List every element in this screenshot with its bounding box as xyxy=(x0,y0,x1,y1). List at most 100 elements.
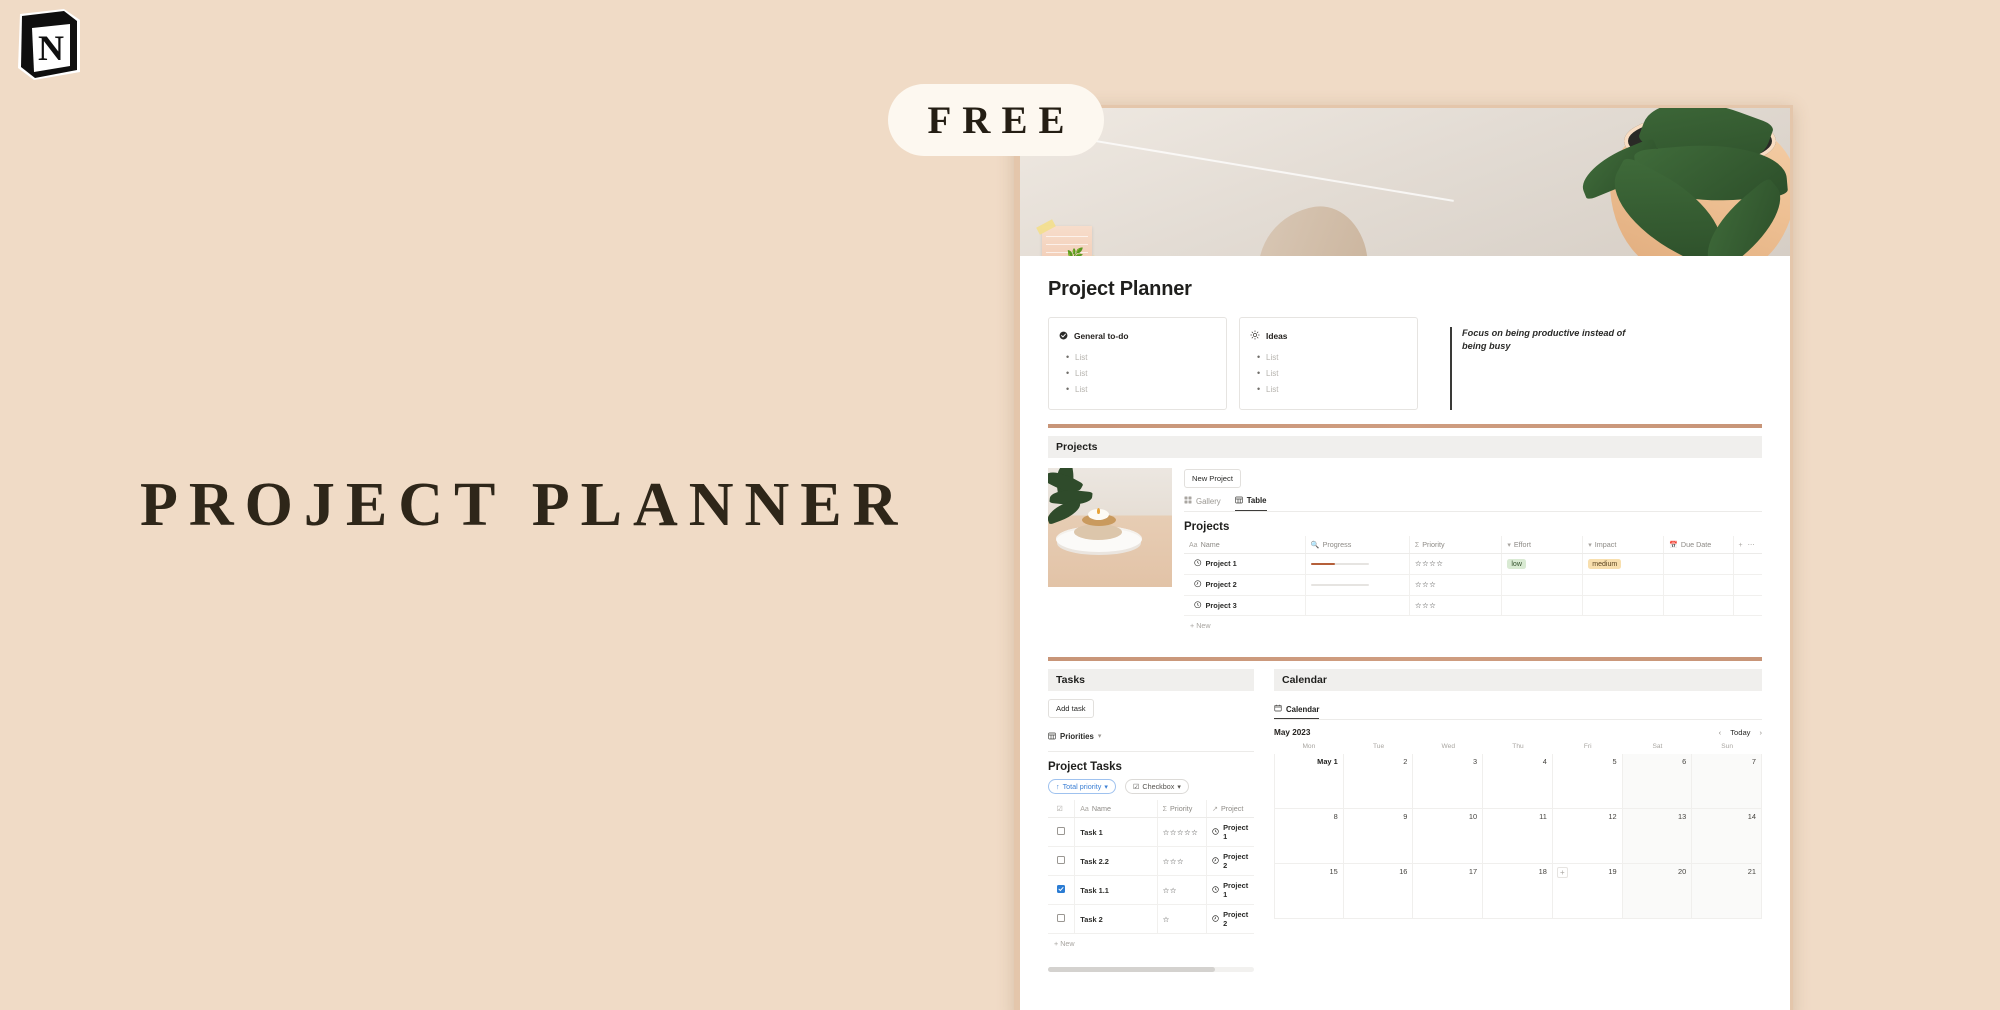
cell-name[interactable]: Task 1.1 xyxy=(1074,875,1158,906)
chevron-right-icon[interactable]: › xyxy=(1759,728,1762,737)
calendar-day-cell[interactable]: 6 xyxy=(1622,754,1693,810)
cell-project[interactable]: Project 1 xyxy=(1206,817,1254,848)
cell-name[interactable]: Task 2.2 xyxy=(1074,846,1158,877)
column-header-progress[interactable]: 🔍 Progress xyxy=(1305,535,1410,554)
cell-name[interactable]: Project 3 xyxy=(1184,595,1306,617)
calendar-day-cell[interactable]: 17 xyxy=(1413,864,1484,920)
ellipsis-icon[interactable]: ⋯ xyxy=(1748,542,1755,549)
column-header-due-date[interactable]: 📅 Due Date xyxy=(1663,535,1734,554)
cell-effort[interactable]: low xyxy=(1501,553,1584,576)
calendar-day-cell[interactable]: 14 xyxy=(1692,809,1762,865)
cell-priority[interactable]: ☆☆ xyxy=(1157,875,1208,906)
cell-due-date[interactable] xyxy=(1663,574,1734,596)
add-task-button[interactable]: Add task xyxy=(1048,699,1094,719)
new-project-button[interactable]: New Project xyxy=(1184,468,1241,488)
scrollbar-thumb[interactable] xyxy=(1048,967,1215,973)
cell-due-date[interactable] xyxy=(1663,595,1734,617)
chevron-down-icon[interactable]: ▾ xyxy=(1098,732,1102,740)
column-header-actions[interactable]: + ⋯ xyxy=(1733,535,1762,554)
cell-name[interactable]: Task 1 xyxy=(1074,817,1158,848)
cell-priority[interactable]: ☆☆☆ xyxy=(1409,595,1503,617)
tab-calendar[interactable]: Calendar xyxy=(1274,704,1320,720)
cell-impact[interactable]: medium xyxy=(1582,553,1665,576)
calendar-day-cell[interactable]: 20 xyxy=(1622,864,1693,920)
cell-priority[interactable]: ☆☆☆☆ xyxy=(1409,553,1503,576)
column-header-checkbox[interactable]: ☑ xyxy=(1048,800,1076,819)
column-header-name[interactable]: Aa Name xyxy=(1074,800,1158,819)
calendar-day-cell[interactable]: 4 xyxy=(1483,754,1553,810)
calendar-day-cell-hovered[interactable]: + 19 xyxy=(1552,864,1623,920)
list-item[interactable]: List xyxy=(1257,381,1407,397)
cell-checkbox[interactable] xyxy=(1048,904,1076,935)
filter-checkbox[interactable]: ☑ Checkbox ▾ xyxy=(1124,779,1189,795)
today-button[interactable]: Today xyxy=(1730,728,1750,737)
calendar-day-cell[interactable]: 5 xyxy=(1552,754,1623,810)
column-header-priority[interactable]: Σ Priority xyxy=(1157,800,1208,819)
table-row[interactable]: Task 2.2 ☆☆☆ Project 2 xyxy=(1048,846,1254,877)
calendar-day-cell[interactable]: 18 xyxy=(1483,864,1553,920)
cell-priority[interactable]: ☆☆☆ xyxy=(1409,574,1503,596)
add-event-icon[interactable]: + xyxy=(1556,867,1568,879)
calendar-day-cell[interactable]: 16 xyxy=(1343,864,1414,920)
cell-progress[interactable] xyxy=(1305,595,1410,617)
tasks-new-row[interactable]: + New xyxy=(1048,934,1254,953)
calendar-day-cell[interactable]: 10 xyxy=(1413,809,1484,865)
table-row[interactable]: Task 1.1 ☆☆ Project 1 xyxy=(1048,875,1254,906)
cell-checkbox[interactable] xyxy=(1048,817,1076,848)
calendar-day-cell[interactable]: 21 xyxy=(1692,864,1762,920)
calendar-day-cell[interactable]: 12 xyxy=(1552,809,1623,865)
table-row[interactable]: Project 1 ☆☆☆☆ low medium xyxy=(1184,553,1762,576)
cell-progress[interactable] xyxy=(1305,553,1410,576)
priorities-link[interactable]: Priorities ▾ xyxy=(1048,727,1254,753)
column-header-impact[interactable]: ▾ Impact xyxy=(1582,535,1665,554)
cell-checkbox[interactable] xyxy=(1048,846,1076,877)
table-row[interactable]: Project 3 ☆☆☆ xyxy=(1184,595,1762,617)
cell-project[interactable]: Project 2 xyxy=(1206,904,1254,935)
task-checkbox[interactable] xyxy=(1057,827,1066,836)
cell-project[interactable]: Project 2 xyxy=(1206,846,1254,877)
cell-impact[interactable] xyxy=(1582,595,1665,617)
tab-table[interactable]: Table xyxy=(1234,496,1267,511)
cell-progress[interactable] xyxy=(1305,574,1410,596)
task-checkbox[interactable] xyxy=(1057,856,1066,865)
list-item[interactable]: List xyxy=(1066,365,1216,381)
column-header-effort[interactable]: ▾ Effort xyxy=(1501,535,1584,554)
cell-checkbox[interactable] xyxy=(1048,875,1076,906)
calendar-day-cell[interactable]: May 1 xyxy=(1274,754,1344,810)
horizontal-scrollbar[interactable] xyxy=(1048,967,1254,973)
card-ideas[interactable]: Ideas List List List xyxy=(1239,317,1418,410)
calendar-day-cell[interactable]: 2 xyxy=(1343,754,1414,810)
column-header-priority[interactable]: Σ Priority xyxy=(1409,535,1503,554)
calendar-day-cell[interactable]: 15 xyxy=(1274,864,1344,920)
calendar-day-cell[interactable]: 9 xyxy=(1343,809,1414,865)
cell-priority[interactable]: ☆☆☆☆☆ xyxy=(1157,817,1208,848)
cell-effort[interactable] xyxy=(1501,595,1584,617)
cell-name[interactable]: Task 2 xyxy=(1074,904,1158,935)
calendar-day-cell[interactable]: 13 xyxy=(1622,809,1693,865)
tab-gallery[interactable]: Gallery xyxy=(1184,496,1221,510)
cell-impact[interactable] xyxy=(1582,574,1665,596)
table-row[interactable]: Project 2 ☆☆☆ xyxy=(1184,574,1762,596)
calendar-day-cell[interactable]: 8 xyxy=(1274,809,1344,865)
list-item[interactable]: List xyxy=(1066,381,1216,397)
plus-icon[interactable]: + xyxy=(1739,542,1743,549)
task-checkbox-checked[interactable] xyxy=(1057,885,1066,894)
cell-project[interactable]: Project 1 xyxy=(1206,875,1254,906)
card-general-todo[interactable]: General to-do List List List xyxy=(1048,317,1227,410)
projects-new-row[interactable]: + New xyxy=(1184,616,1762,635)
list-item[interactable]: List xyxy=(1257,349,1407,365)
calendar-day-cell[interactable]: 7 xyxy=(1692,754,1762,810)
cell-due-date[interactable] xyxy=(1663,553,1734,576)
cell-priority[interactable]: ☆ xyxy=(1157,904,1208,935)
list-item[interactable]: List xyxy=(1257,365,1407,381)
table-row[interactable]: Task 2 ☆ Project 2 xyxy=(1048,904,1254,935)
cell-priority[interactable]: ☆☆☆ xyxy=(1157,846,1208,877)
cell-name[interactable]: Project 2 xyxy=(1184,574,1306,596)
filter-total-priority[interactable]: ↑ Total priority ▾ xyxy=(1048,779,1116,795)
table-row[interactable]: Task 1 ☆☆☆☆☆ Project 1 xyxy=(1048,817,1254,848)
task-checkbox[interactable] xyxy=(1057,914,1066,923)
cell-effort[interactable] xyxy=(1501,574,1584,596)
calendar-day-cell[interactable]: 11 xyxy=(1483,809,1553,865)
list-item[interactable]: List xyxy=(1066,349,1216,365)
column-header-name[interactable]: Aa Name xyxy=(1184,535,1306,554)
